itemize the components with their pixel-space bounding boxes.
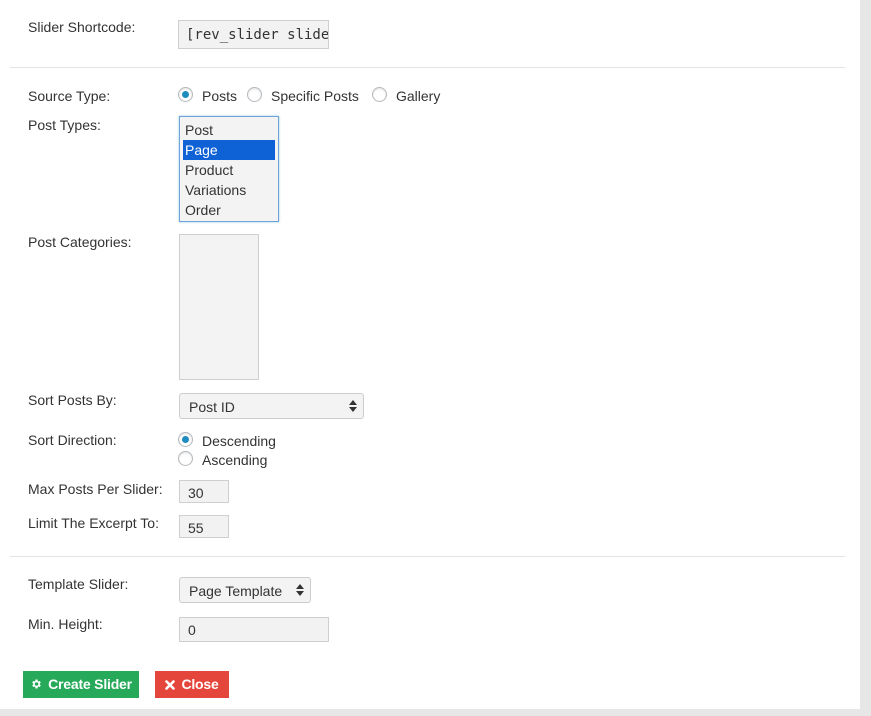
sort-descending-radio[interactable] xyxy=(178,432,193,447)
source-type-posts-radio[interactable] xyxy=(178,87,193,102)
create-slider-button[interactable]: Create Slider xyxy=(23,671,139,698)
sort-descending-label[interactable]: Descending xyxy=(202,433,276,449)
template-slider-label: Template Slider: xyxy=(28,576,129,592)
sort-ascending-label[interactable]: Ascending xyxy=(202,452,267,468)
excerpt-limit-input[interactable]: 55 xyxy=(179,515,229,538)
source-type-gallery-label[interactable]: Gallery xyxy=(396,88,440,104)
select-arrows-icon xyxy=(349,400,357,412)
source-type-specific-posts-radio[interactable] xyxy=(247,87,262,102)
min-height-input[interactable]: 0 xyxy=(179,617,329,642)
gear-icon xyxy=(32,679,41,689)
divider xyxy=(10,556,845,557)
post-categories-listbox[interactable] xyxy=(179,234,259,380)
template-slider-select[interactable]: Page Template xyxy=(179,577,311,603)
max-posts-input[interactable]: 30 xyxy=(179,480,229,503)
source-type-specific-posts-label[interactable]: Specific Posts xyxy=(271,88,359,104)
post-types-label: Post Types: xyxy=(28,117,101,133)
sort-posts-by-label: Sort Posts By: xyxy=(28,392,117,408)
post-type-option-post[interactable]: Post xyxy=(183,120,275,140)
post-type-option-product[interactable]: Product xyxy=(183,160,275,180)
post-type-option-order[interactable]: Order xyxy=(183,200,275,220)
min-height-label: Min. Height: xyxy=(28,616,103,632)
sort-posts-by-select[interactable]: Post ID xyxy=(179,393,364,419)
post-types-listbox[interactable]: Post Page Product Variations Order xyxy=(179,116,279,222)
close-label: Close xyxy=(181,676,219,692)
post-type-option-variations[interactable]: Variations xyxy=(183,180,275,200)
sort-direction-label: Sort Direction: xyxy=(28,432,117,448)
post-type-option-page[interactable]: Page xyxy=(183,140,275,160)
max-posts-label: Max Posts Per Slider: xyxy=(28,481,163,497)
source-type-posts-label[interactable]: Posts xyxy=(202,88,237,104)
x-icon xyxy=(165,680,176,690)
post-categories-label: Post Categories: xyxy=(28,234,132,250)
create-slider-dialog: Slider Shortcode: [rev_slider slide Sour… xyxy=(0,0,860,709)
sort-posts-by-value: Post ID xyxy=(189,399,235,415)
sort-ascending-radio[interactable] xyxy=(178,451,193,466)
source-type-label: Source Type: xyxy=(28,88,111,104)
create-slider-label: Create Slider xyxy=(48,676,132,692)
close-button[interactable]: Close xyxy=(155,671,229,698)
source-type-gallery-radio[interactable] xyxy=(372,87,387,102)
slider-shortcode-field[interactable]: [rev_slider slide xyxy=(178,20,329,49)
slider-shortcode-label: Slider Shortcode: xyxy=(28,19,136,35)
divider xyxy=(10,67,845,68)
excerpt-limit-label: Limit The Excerpt To: xyxy=(28,515,159,531)
select-arrows-icon xyxy=(296,584,304,596)
template-slider-value: Page Template xyxy=(189,583,283,599)
